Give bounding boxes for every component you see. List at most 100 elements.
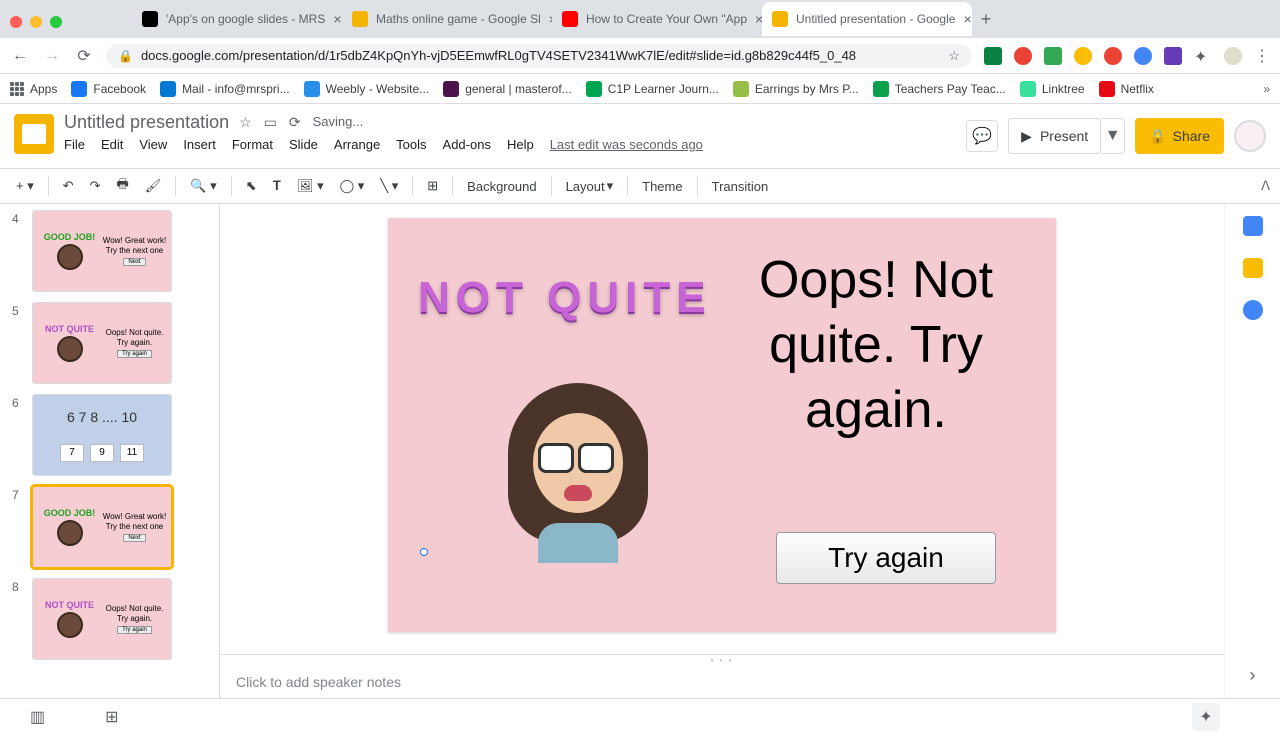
lock-icon: 🔒 xyxy=(1149,128,1166,145)
maximize-window[interactable] xyxy=(50,16,62,28)
new-slide-button[interactable]: + ▾ xyxy=(10,174,40,198)
explore-button[interactable]: ✦ xyxy=(1192,703,1220,731)
ext-icon[interactable] xyxy=(1044,47,1062,65)
selection-handle[interactable] xyxy=(420,548,428,556)
calendar-icon[interactable] xyxy=(1243,216,1263,236)
apps-bookmark[interactable]: Apps xyxy=(10,82,57,96)
extension-icons: ✦ ⋮ xyxy=(984,46,1270,66)
layout-button[interactable]: Layout ▾ xyxy=(560,174,620,198)
present-button[interactable]: ▶ Present xyxy=(1008,118,1101,154)
bottom-bar: ▥ ⊞ ✦ xyxy=(0,698,1280,734)
account-avatar[interactable] xyxy=(1234,120,1266,152)
bookmark-item[interactable]: Earrings by Mrs P... xyxy=(733,81,859,97)
slide-thumbnail[interactable]: 66 7 8 .... 107911 xyxy=(12,394,215,476)
bookmark-item[interactable]: Facebook xyxy=(71,81,146,97)
textbox-tool[interactable]: 𝐓 xyxy=(267,174,287,198)
extensions-icon[interactable]: ✦ xyxy=(1194,47,1212,65)
bookmark-item[interactable]: Weebly - Website... xyxy=(304,81,430,97)
grid-view-icon[interactable]: ⊞ xyxy=(105,707,118,727)
toolbar: + ▾ ↶ ↷ 🖶 🖌 🔍 ▾ ⬉ 𝐓 🖼 ▾ ◯ ▾ ╲ ▾ ⊞ Backgr… xyxy=(0,168,1280,204)
slide-thumbnail[interactable]: 4GOOD JOB!Wow! Great work! Try the next … xyxy=(12,210,215,292)
close-tab-icon[interactable]: × xyxy=(963,11,971,27)
bookmark-item[interactable]: general | masterof... xyxy=(443,81,572,97)
close-tab-icon[interactable]: × xyxy=(333,11,341,27)
undo-button[interactable]: ↶ xyxy=(57,174,80,198)
back-button[interactable]: ← xyxy=(10,47,30,65)
print-button[interactable]: 🖶 xyxy=(111,171,135,201)
close-window[interactable] xyxy=(10,16,22,28)
transition-button[interactable]: Transition xyxy=(706,175,775,198)
comment-tool[interactable]: ⊞ xyxy=(421,174,444,198)
speaker-notes[interactable]: Click to add speaker notes xyxy=(220,666,1224,698)
ext-icon[interactable] xyxy=(1134,47,1152,65)
slide-thumbnail[interactable]: 7GOOD JOB!Wow! Great work! Try the next … xyxy=(12,486,215,568)
slide-thumbnail[interactable]: 5NOT QUITEOops! Not quite. Try again.Try… xyxy=(12,302,215,384)
select-tool[interactable]: ⬉ xyxy=(240,174,263,198)
line-tool[interactable]: ╲ ▾ xyxy=(374,174,404,198)
menu-add-ons[interactable]: Add-ons xyxy=(443,137,491,152)
menu-arrange[interactable]: Arrange xyxy=(334,137,380,152)
ext-icon[interactable] xyxy=(1074,47,1092,65)
comments-button[interactable]: 💬 xyxy=(966,120,998,152)
side-expand-icon[interactable]: › xyxy=(1250,665,1256,686)
browser-tab[interactable]: 'App's on google slides - MRS× xyxy=(132,2,342,36)
menu-format[interactable]: Format xyxy=(232,137,273,152)
share-button[interactable]: 🔒 Share xyxy=(1135,118,1224,154)
bookmark-item[interactable]: Netflix xyxy=(1099,81,1154,97)
slides-logo-icon[interactable] xyxy=(14,114,54,154)
browser-tab[interactable]: Maths online game - Google Sl× xyxy=(342,2,552,36)
new-tab-button[interactable]: + xyxy=(972,5,1000,33)
last-edit[interactable]: Last edit was seconds ago xyxy=(550,137,703,152)
reload-button[interactable]: ⟳ xyxy=(74,46,94,66)
ext-icon[interactable] xyxy=(984,47,1002,65)
tasks-icon[interactable] xyxy=(1243,300,1263,320)
keep-icon[interactable] xyxy=(1243,258,1263,278)
url-field[interactable]: 🔒 docs.google.com/presentation/d/1r5dbZ4… xyxy=(106,44,972,68)
chrome-menu-icon[interactable]: ⋮ xyxy=(1254,46,1270,66)
forward-button[interactable]: → xyxy=(42,47,62,65)
notes-resize-handle[interactable]: • • • xyxy=(220,654,1224,666)
bookmark-item[interactable]: Teachers Pay Teac... xyxy=(873,81,1006,97)
menu-view[interactable]: View xyxy=(139,137,167,152)
minimize-window[interactable] xyxy=(30,16,42,28)
theme-button[interactable]: Theme xyxy=(636,175,688,198)
ext-icon[interactable] xyxy=(1164,47,1182,65)
menu-file[interactable]: File xyxy=(64,137,85,152)
slide-canvas[interactable]: NOT QUITE Oops! Not quite. Try again. Tr… xyxy=(388,218,1056,632)
ext-icon[interactable] xyxy=(1014,47,1032,65)
zoom-button[interactable]: 🔍 ▾ xyxy=(184,174,222,198)
menu-help[interactable]: Help xyxy=(507,137,534,152)
close-tab-icon[interactable]: × xyxy=(755,11,762,27)
slide-thumbnail[interactable]: 8NOT QUITEOops! Not quite. Try again.Try… xyxy=(12,578,215,660)
redo-button[interactable]: ↷ xyxy=(84,174,107,198)
menu-slide[interactable]: Slide xyxy=(289,137,318,152)
ext-icon[interactable] xyxy=(1104,47,1122,65)
bitmoji-avatar[interactable] xyxy=(498,383,658,573)
image-tool[interactable]: 🖼 ▾ xyxy=(291,174,330,198)
bookmark-item[interactable]: Mail - info@mrspri... xyxy=(160,81,290,97)
try-again-button[interactable]: Try again xyxy=(776,532,996,584)
star-icon[interactable]: ☆ xyxy=(948,48,960,64)
move-icon[interactable]: ▭ xyxy=(264,114,277,131)
doc-title[interactable]: Untitled presentation xyxy=(64,112,229,133)
menu-insert[interactable]: Insert xyxy=(183,137,216,152)
filmstrip[interactable]: 4GOOD JOB!Wow! Great work! Try the next … xyxy=(0,204,220,698)
present-dropdown[interactable]: ▼ xyxy=(1101,118,1125,154)
bookmark-item[interactable]: Linktree xyxy=(1020,81,1085,97)
background-button[interactable]: Background xyxy=(461,175,542,198)
bookmark-item[interactable]: C1P Learner Journ... xyxy=(586,81,719,97)
paint-format-button[interactable]: 🖌 xyxy=(139,174,168,198)
collapse-toolbar-icon[interactable]: ᐱ xyxy=(1261,178,1270,194)
menu-tools[interactable]: Tools xyxy=(396,137,426,152)
canvas-scroll[interactable]: NOT QUITE Oops! Not quite. Try again. Tr… xyxy=(220,204,1224,654)
browser-tab[interactable]: How to Create Your Own "App× xyxy=(552,2,762,36)
shape-tool[interactable]: ◯ ▾ xyxy=(334,174,371,198)
browser-tab[interactable]: Untitled presentation - Google× xyxy=(762,2,972,36)
wordart-not-quite[interactable]: NOT QUITE xyxy=(418,273,712,323)
star-icon[interactable]: ☆ xyxy=(239,114,252,131)
profile-avatar[interactable] xyxy=(1224,47,1242,65)
bookmarks-overflow[interactable]: » xyxy=(1263,82,1270,96)
main-text[interactable]: Oops! Not quite. Try again. xyxy=(726,248,1026,443)
menu-edit[interactable]: Edit xyxy=(101,137,123,152)
filmstrip-view-icon[interactable]: ▥ xyxy=(30,707,45,727)
